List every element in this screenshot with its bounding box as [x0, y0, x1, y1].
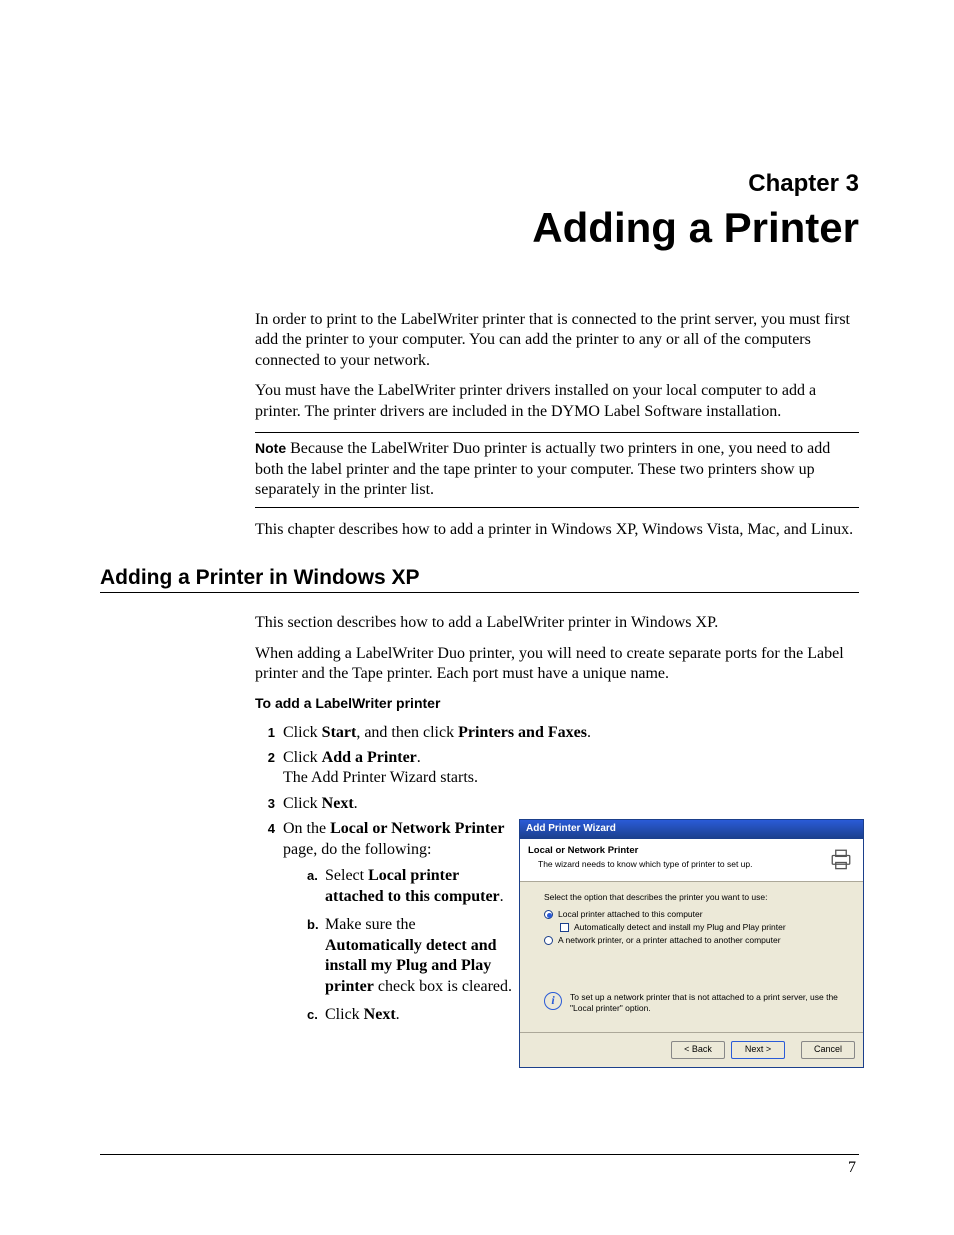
section-paragraph-1: This section describes how to add a Labe…	[255, 613, 859, 633]
page-number: 7	[848, 1159, 856, 1177]
step-2: 2 Click Add a Printer. The Add Printer W…	[255, 748, 859, 789]
substep-letter: c.	[307, 1005, 325, 1025]
substep-text: .	[396, 1006, 400, 1023]
substep-text: .	[500, 888, 504, 905]
wizard-header-subtitle: The wizard needs to know which type of p…	[528, 859, 821, 870]
wizard-header-title: Local or Network Printer	[528, 845, 821, 857]
radio-icon	[544, 910, 553, 919]
intro-paragraph-1: In order to print to the LabelWriter pri…	[255, 310, 859, 371]
wizard-prompt: Select the option that describes the pri…	[544, 892, 845, 903]
section-heading: Adding a Printer in Windows XP	[100, 566, 859, 593]
back-button[interactable]: < Back	[671, 1041, 725, 1059]
wizard-titlebar: Add Printer Wizard	[520, 820, 863, 839]
radio-label: A network printer, or a printer attached…	[558, 935, 781, 946]
section-paragraph-2: When adding a LabelWriter Duo printer, y…	[255, 644, 859, 685]
info-icon: i	[544, 992, 562, 1010]
task-heading: To add a LabelWriter printer	[255, 695, 859, 713]
substep-text: check box is cleared.	[374, 978, 512, 995]
step-text: The Add Printer Wizard starts.	[283, 769, 478, 786]
step-bold: Start	[322, 724, 357, 741]
step-bold: Add a Printer	[322, 749, 417, 766]
chapter-title: Adding a Printer	[100, 204, 859, 252]
wizard-info-row: i To set up a network printer that is no…	[544, 992, 845, 1014]
section-body: This section describes how to add a Labe…	[255, 613, 859, 1068]
step-number: 4	[255, 819, 275, 838]
intro-paragraph-2: You must have the LabelWriter printer dr…	[255, 381, 859, 422]
substep-letter: b.	[307, 915, 325, 997]
step-list: 1 Click Start, and then click Printers a…	[255, 723, 859, 1068]
cancel-button[interactable]: Cancel	[801, 1041, 855, 1059]
footer-rule	[100, 1154, 859, 1155]
substep-b: b. Make sure the Automatically detect an…	[307, 915, 513, 997]
radio-network-printer[interactable]: A network printer, or a printer attached…	[544, 935, 845, 946]
radio-local-printer[interactable]: Local printer attached to this computer	[544, 909, 845, 920]
wizard-footer: < Back Next > Cancel	[520, 1032, 863, 1067]
substep-a: a. Select Local printer attached to this…	[307, 866, 513, 907]
step-bold: Local or Network Printer	[330, 820, 504, 837]
step-text: , and then click	[356, 724, 458, 741]
step-number: 1	[255, 723, 275, 742]
step-text: On the	[283, 820, 330, 837]
next-button[interactable]: Next >	[731, 1041, 785, 1059]
step-number: 2	[255, 748, 275, 767]
step-number: 3	[255, 794, 275, 813]
substep-text: Select	[325, 867, 368, 884]
chapter-label: Chapter 3	[100, 170, 859, 198]
wizard-info-text: To set up a network printer that is not …	[570, 992, 845, 1014]
wizard-header: Local or Network Printer The wizard need…	[520, 839, 863, 882]
note-label: Note	[255, 440, 286, 456]
note-box: Note Because the LabelWriter Duo printer…	[255, 432, 859, 507]
step-3: 3 Click Next.	[255, 794, 859, 814]
after-note-paragraph: This chapter describes how to add a prin…	[255, 520, 859, 540]
substep-text: Make sure the	[325, 916, 416, 933]
substep-bold: Next	[364, 1006, 396, 1023]
step-text: Click	[283, 749, 322, 766]
wizard-dialog: Add Printer Wizard Local or Network Prin…	[519, 819, 864, 1067]
step-text: page, do the following:	[283, 841, 431, 858]
step-text: .	[417, 749, 421, 766]
step-text: Click	[283, 724, 322, 741]
step-1: 1 Click Start, and then click Printers a…	[255, 723, 859, 743]
step-bold: Printers and Faxes	[458, 724, 587, 741]
checkbox-icon	[560, 923, 569, 932]
note-text: Because the LabelWriter Duo printer is a…	[255, 440, 830, 498]
wizard-body: Select the option that describes the pri…	[520, 882, 863, 1032]
step-bold: Next	[322, 795, 354, 812]
radio-icon	[544, 936, 553, 945]
substep-letter: a.	[307, 866, 325, 907]
step-4: 4 On the Local or Network Printer page, …	[255, 819, 859, 1067]
intro-block: In order to print to the LabelWriter pri…	[255, 310, 859, 540]
step-text: .	[587, 724, 591, 741]
document-page: Chapter 3 Adding a Printer In order to p…	[0, 0, 954, 1068]
substep-c: c. Click Next.	[307, 1005, 513, 1025]
step-text: Click	[283, 795, 322, 812]
step-text: .	[354, 795, 358, 812]
printer-icon	[827, 845, 855, 873]
checkbox-auto-detect[interactable]: Automatically detect and install my Plug…	[544, 922, 845, 933]
checkbox-label: Automatically detect and install my Plug…	[574, 922, 786, 933]
substep-list: a. Select Local printer attached to this…	[283, 866, 513, 1025]
substep-text: Click	[325, 1006, 364, 1023]
radio-label: Local printer attached to this computer	[558, 909, 703, 920]
